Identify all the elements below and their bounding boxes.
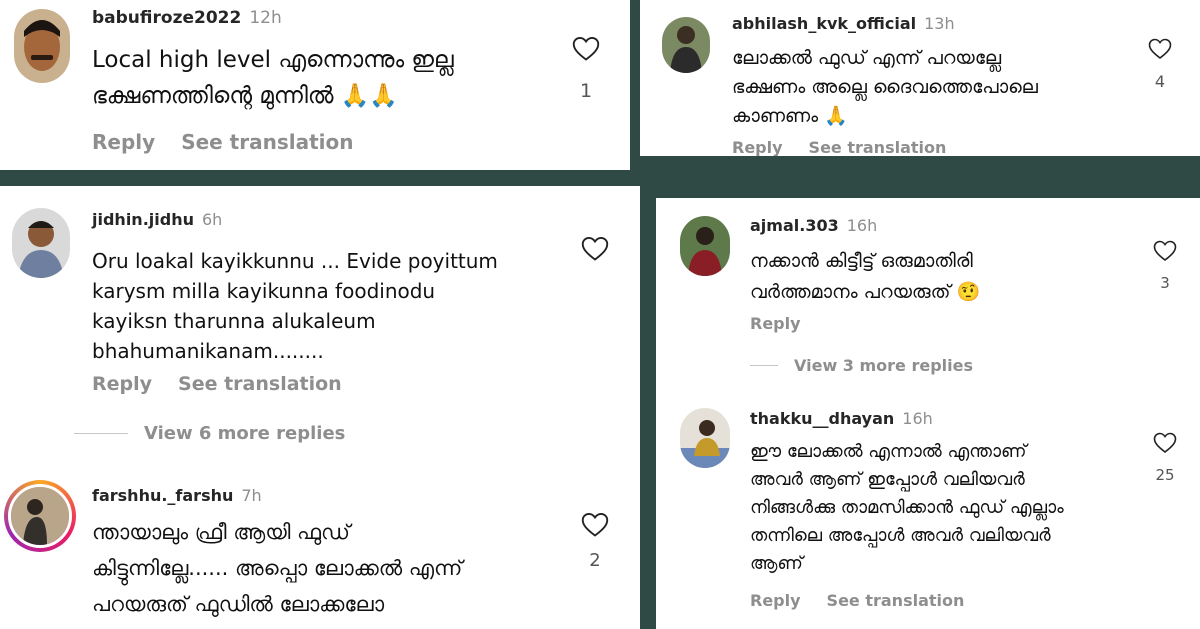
comment-line: ലോക്കൽ ഫുഡ് എന്ന് പറയല്ലേ [732, 47, 1002, 69]
reply-button[interactable]: Reply [750, 314, 801, 333]
comment-text: Oru loakal kayikkunnu ... Evide poyittum… [92, 246, 498, 366]
view-more-replies[interactable]: View 6 more replies [74, 423, 345, 444]
comment-line: ആണ് [750, 553, 803, 574]
username[interactable]: farshhu._farshu 7h [92, 486, 262, 505]
like-heart-icon[interactable] [581, 236, 609, 262]
comment-line: നിങ്ങൾക്കു താമസിക്കാൻ ഫുഡ് എല്ലാം [750, 497, 1064, 518]
comment-actions: Reply See translation [92, 373, 368, 395]
user-avatar-icon [662, 17, 710, 73]
like-heart-icon[interactable] [1153, 240, 1177, 262]
like-count: 4 [1154, 72, 1166, 91]
comment-line: karysm milla kayikunna foodinodu [92, 279, 436, 303]
reply-button[interactable]: Reply [750, 591, 801, 610]
comment-line: Local high level എന്നൊന്നും ഇല്ല [92, 47, 454, 73]
view-more-replies[interactable]: View 3 more replies [750, 356, 973, 375]
comment-actions: Reply See translation [750, 591, 990, 610]
avatar[interactable] [14, 9, 70, 83]
username-text[interactable]: ajmal.303 [750, 216, 839, 235]
like-heart-icon[interactable] [1148, 38, 1172, 60]
comment-line: നക്കാൻ കിട്ടീട്ട് ഒരുമാതിരി [750, 250, 973, 272]
see-translation-button[interactable]: See translation [178, 373, 342, 395]
view-more-replies-label[interactable]: View 6 more replies [144, 423, 345, 444]
user-avatar-icon [680, 216, 730, 276]
avatar[interactable] [680, 216, 730, 276]
comment-line: കാണണം 🙏 [732, 105, 848, 127]
see-translation-button[interactable]: See translation [827, 591, 965, 610]
avatar[interactable] [8, 484, 72, 548]
like-heart-icon[interactable] [1153, 432, 1177, 454]
timestamp: 16h [846, 216, 878, 235]
comment-line: പറയരുത് ഫുഡിൽ ലോക്കലോ [92, 592, 385, 616]
divider [750, 365, 778, 366]
comment-actions: Reply See translation [92, 130, 380, 154]
username-text[interactable]: thakku__dhayan [750, 409, 894, 428]
reply-button[interactable]: Reply [732, 138, 783, 156]
username-text[interactable]: babufiroze2022 [92, 8, 241, 28]
timestamp: 13h [924, 14, 955, 33]
user-avatar-icon [680, 408, 730, 468]
like-count: 1 [579, 80, 593, 102]
username[interactable]: babufiroze2022 12h [92, 8, 282, 28]
username-text[interactable]: farshhu._farshu [92, 486, 233, 505]
like-count: 3 [1160, 274, 1170, 292]
comment-line: അവർ ആണ് ഇപ്പോൾ വലിയവർ [750, 469, 1025, 490]
comment-panel-4: ajmal.303 16h നക്കാൻ കിട്ടീട്ട് ഒരുമാതിരി… [656, 198, 1200, 629]
comment-actions: Reply [750, 314, 827, 333]
see-translation-button[interactable]: See translation [181, 130, 353, 154]
avatar[interactable] [680, 408, 730, 468]
user-avatar-icon [14, 9, 70, 83]
user-avatar-icon [12, 208, 70, 278]
username-text[interactable]: abhilash_kvk_official [732, 14, 916, 33]
username[interactable]: jidhin.jidhu 6h [92, 210, 222, 229]
comment-panel-3: jidhin.jidhu 6h Oru loakal kayikkunnu ...… [0, 186, 640, 629]
avatar[interactable] [12, 208, 70, 278]
timestamp: 6h [201, 210, 223, 229]
reply-button[interactable]: Reply [92, 373, 152, 395]
comment-line: ഭക്ഷണം അല്ലെ ദൈവത്തെപോലെ [732, 76, 1038, 98]
see-translation-button[interactable]: See translation [809, 138, 947, 156]
like-count: 2 [589, 550, 601, 571]
comment-line: bhahumanikanam........ [92, 339, 324, 363]
comment-actions: Reply See translation [732, 138, 972, 156]
like-heart-icon[interactable] [581, 512, 609, 538]
comment-text: ന്തായാലും ഫ്രീ ആയി ഫുഡ് കിട്ടുന്നില്ലേ..… [92, 514, 462, 622]
username[interactable]: abhilash_kvk_official 13h [732, 14, 955, 33]
comment-panel-2: abhilash_kvk_official 13h ലോക്കൽ ഫുഡ് എന്… [640, 0, 1200, 156]
comment-line: ന്തായാലും ഫ്രീ ആയി ഫുഡ് [92, 520, 351, 544]
comment-text: Local high level എന്നൊന്നും ഇല്ല ഭക്ഷണത്… [92, 42, 454, 114]
reply-button[interactable]: Reply [92, 130, 155, 154]
username[interactable]: ajmal.303 16h [750, 216, 877, 235]
comment-line: Oru loakal kayikkunnu ... Evide poyittum [92, 249, 498, 273]
comment-line: വർത്തമാനം പറയരുത് 🤨 [750, 281, 981, 303]
avatar[interactable] [662, 17, 710, 73]
comment-text: ഈ ലോക്കൽ എന്നാൽ എന്താണ് അവർ ആണ് ഇപ്പോൾ വ… [750, 438, 1064, 578]
comment-line: തന്നിലെ അപ്പോൾ അവർ വലിയവർ [750, 525, 1051, 546]
comment-text: നക്കാൻ കിട്ടീട്ട് ഒരുമാതിരി വർത്തമാനം പറ… [750, 246, 980, 308]
username-text[interactable]: jidhin.jidhu [92, 210, 194, 229]
view-more-replies-label[interactable]: View 3 more replies [794, 356, 973, 375]
timestamp: 12h [249, 8, 282, 28]
comment-line: ഭക്ഷണത്തിന്റെ മുന്നിൽ 🙏🙏 [92, 83, 399, 109]
divider [74, 433, 128, 434]
timestamp: 7h [241, 486, 262, 505]
comment-panel-1: babufiroze2022 12h Local high level എന്നൊ… [0, 0, 630, 170]
like-heart-icon[interactable] [572, 36, 600, 62]
comment-line: kayiksn tharunna alukaleum [92, 309, 376, 333]
comment-line: ഈ ലോക്കൽ എന്നാൽ എന്താണ് [750, 441, 1027, 462]
user-avatar-icon [11, 487, 69, 545]
comment-line: കിട്ടുന്നില്ലേ...... അപ്പൊ ലോക്കൽ എന്ന് [92, 556, 463, 580]
comment-text: ലോക്കൽ ഫുഡ് എന്ന് പറയല്ലേ ഭക്ഷണം അല്ലെ ദ… [732, 44, 1038, 131]
username[interactable]: thakku__dhayan 16h [750, 409, 933, 428]
like-count: 25 [1155, 466, 1175, 484]
timestamp: 16h [902, 409, 933, 428]
